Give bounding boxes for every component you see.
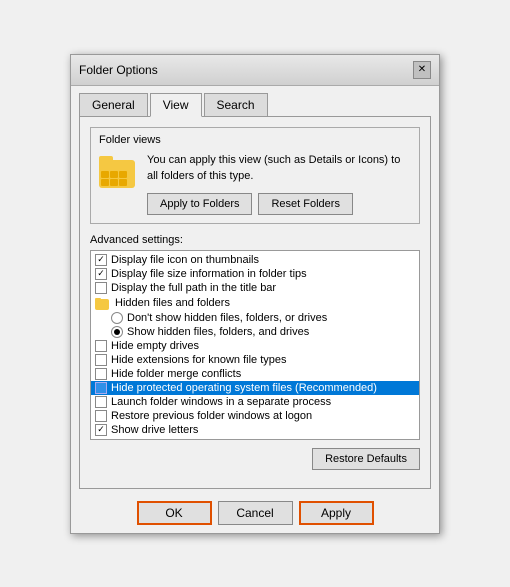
item-label: Hide protected operating system files (R… [111,382,377,394]
checkbox-icon[interactable] [95,396,107,408]
checkbox-icon[interactable] [95,354,107,366]
list-item[interactable]: Don't show hidden files, folders, or dri… [91,311,419,325]
settings-list: Display file icon on thumbnails Display … [91,251,419,439]
list-item[interactable]: Show hidden files, folders, and drives [91,325,419,339]
title-bar: Folder Options ✕ [71,55,439,86]
checkbox-icon[interactable] [95,368,107,380]
checkbox-icon[interactable] [95,254,107,266]
item-label: Launch folder windows in a separate proc… [111,396,331,408]
folder-body-shape [99,160,135,188]
tab-search[interactable]: Search [204,93,268,117]
folder-views-group: Folder views [90,127,420,224]
folder-options-dialog: Folder Options ✕ General View Search Fol… [70,54,440,534]
restore-defaults-row: Restore Defaults [90,448,420,470]
folder-views-buttons: Apply to Folders Reset Folders [147,193,411,215]
reset-folders-button[interactable]: Reset Folders [258,193,352,215]
list-item[interactable]: Hide extensions for known file types [91,353,419,367]
tab-general[interactable]: General [79,93,148,117]
list-item[interactable]: Hide empty drives [91,339,419,353]
folder-icon [99,152,139,188]
checkbox-icon[interactable] [95,268,107,280]
apply-to-folders-button[interactable]: Apply to Folders [147,193,252,215]
list-item-selected[interactable]: Hide protected operating system files (R… [91,381,419,395]
checkbox-icon[interactable] [95,382,107,394]
folder-views-label: Folder views [99,134,411,146]
list-item: Hidden files and folders [91,295,419,311]
item-label: Hide folder merge conflicts [111,368,241,380]
list-item[interactable]: Display file icon on thumbnails [91,253,419,267]
tab-bar: General View Search [71,86,439,116]
item-label: Restore previous folder windows at logon [111,410,312,422]
item-label: Don't show hidden files, folders, or dri… [127,312,327,324]
folder-views-description: You can apply this view (such as Details… [147,152,411,215]
advanced-settings-container: Display file icon on thumbnails Display … [90,250,420,440]
list-item[interactable]: Hide folder merge conflicts [91,367,419,381]
checkbox-icon[interactable] [95,410,107,422]
tab-view[interactable]: View [150,93,202,117]
item-label: Show drive letters [111,424,198,436]
close-button[interactable]: ✕ [413,61,431,79]
radio-icon[interactable] [111,312,123,324]
ok-button[interactable]: OK [137,501,212,525]
apply-button[interactable]: Apply [299,501,374,525]
folder-icon-grid [101,171,127,186]
list-item[interactable]: Launch folder windows in a separate proc… [91,395,419,409]
dialog-buttons: OK Cancel Apply [71,497,439,525]
view-tab-content: Folder views [79,116,431,489]
advanced-settings-label: Advanced settings: [90,234,420,246]
list-item[interactable]: Display file size information in folder … [91,267,419,281]
list-item[interactable]: Show drive letters [91,423,419,437]
dialog-title: Folder Options [79,63,158,77]
cancel-button[interactable]: Cancel [218,501,293,525]
folder-group-icon [95,296,111,310]
radio-icon[interactable] [111,326,123,338]
item-label: Display file icon on thumbnails [111,254,259,266]
list-item[interactable]: Display the full path in the title bar [91,281,419,295]
folder-views-content: You can apply this view (such as Details… [99,152,411,215]
checkbox-icon[interactable] [95,424,107,436]
checkbox-icon[interactable] [95,340,107,352]
item-label: Display the full path in the title bar [111,282,276,294]
item-label: Hide empty drives [111,340,199,352]
restore-defaults-button[interactable]: Restore Defaults [312,448,420,470]
item-label: Show hidden files, folders, and drives [127,326,309,338]
list-item[interactable]: Restore previous folder windows at logon [91,409,419,423]
item-label: Hide extensions for known file types [111,354,286,366]
item-label: Display file size information in folder … [111,268,307,280]
item-label: Hidden files and folders [115,297,230,309]
checkbox-icon[interactable] [95,282,107,294]
